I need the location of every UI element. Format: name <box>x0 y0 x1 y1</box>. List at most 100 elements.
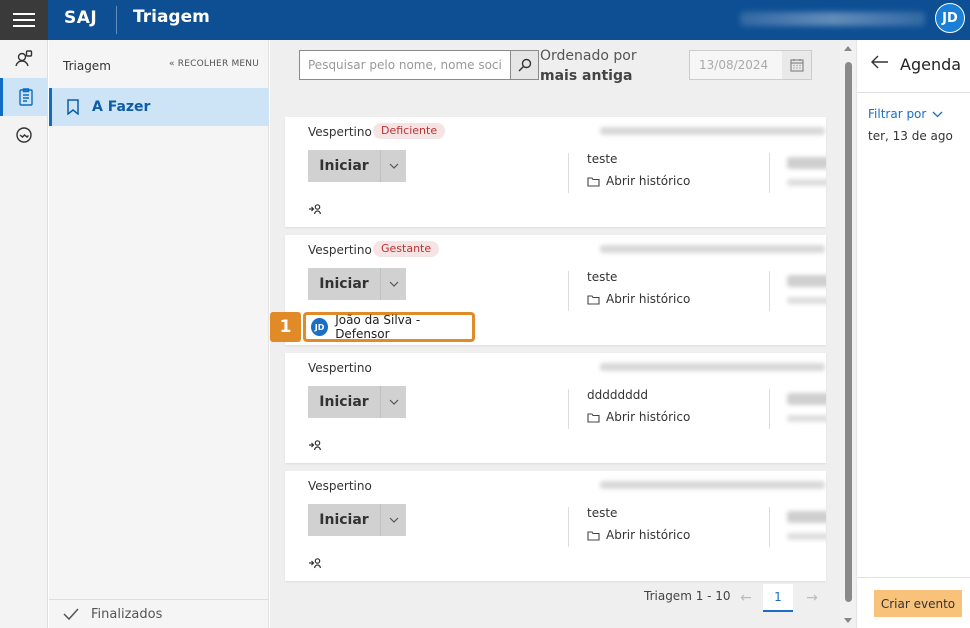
step-badge: 1 <box>270 312 301 342</box>
card-note: teste <box>587 152 618 166</box>
chevron-down-icon[interactable] <box>380 268 406 300</box>
rail-item-assign[interactable] <box>0 40 48 78</box>
assigned-user-chip[interactable]: JD João da Silva - Defensor <box>303 312 475 342</box>
open-history-label: Abrir histórico <box>606 410 691 424</box>
chevron-down-icon[interactable] <box>380 504 406 536</box>
open-history-link[interactable]: Abrir histórico <box>587 292 690 306</box>
blurred-subtext <box>787 297 826 304</box>
folder-icon <box>587 176 600 187</box>
sidebar: Triagem « RECOLHER MENU A Fazer Finaliza… <box>49 40 269 628</box>
date-field[interactable]: 13/08/2024 <box>689 50 787 80</box>
open-history-label: Abrir histórico <box>606 174 691 188</box>
card-divider <box>769 153 770 193</box>
priority-tag: Gestante <box>373 241 440 257</box>
open-history-link[interactable]: Abrir histórico <box>587 528 690 542</box>
start-button-label: Iniciar <box>319 276 369 292</box>
card-divider <box>568 271 569 311</box>
open-history-link[interactable]: Abrir histórico <box>587 410 690 424</box>
module-title: Triagem <box>133 7 210 27</box>
rail-item-triagem[interactable] <box>0 78 48 116</box>
back-arrow-icon[interactable] <box>871 55 889 69</box>
user-avatar[interactable]: JD <box>935 3 965 33</box>
card-divider <box>769 389 770 429</box>
search-button[interactable] <box>511 50 539 80</box>
start-button-label: Iniciar <box>319 394 369 410</box>
pager-prev-button[interactable]: ← <box>731 585 761 611</box>
blurred-meta <box>600 127 825 135</box>
card-note: teste <box>587 506 618 520</box>
sidebar-item-a-fazer[interactable]: A Fazer <box>49 88 269 126</box>
blurred-subtext <box>787 415 826 422</box>
open-history-label: Abrir histórico <box>606 528 691 542</box>
assign-user-icon[interactable] <box>308 557 322 569</box>
card-period: Vespertino <box>308 243 372 257</box>
sort-label: Ordenado por <box>540 48 637 64</box>
blurred-meta <box>600 363 825 371</box>
start-button[interactable]: Iniciar <box>308 504 406 536</box>
card-period: Vespertino <box>308 125 372 139</box>
rail-item-atendimento[interactable] <box>0 116 48 154</box>
folder-icon <box>587 294 600 305</box>
blurred-subtext <box>787 179 826 186</box>
calendar-button[interactable] <box>782 50 812 80</box>
card-note: teste <box>587 270 618 284</box>
card-divider <box>568 507 569 547</box>
blurred-subtext <box>787 533 826 540</box>
blurred-name <box>787 157 826 169</box>
calendar-icon <box>789 59 804 72</box>
pager-label: Triagem 1 - 10 <box>644 589 731 603</box>
triage-card: Vespertino Iniciar teste Abrir histórico <box>285 471 826 581</box>
sidebar-item-label: Finalizados <box>91 606 163 622</box>
search-icon <box>518 58 531 72</box>
bookmark-icon <box>67 99 79 115</box>
triage-card: Vespertino Iniciar dddddddd Abrir histór… <box>285 353 826 463</box>
card-divider <box>769 507 770 547</box>
main-content: Ordenado por mais antiga 13/08/2024 Vesp… <box>270 40 840 628</box>
assign-user-icon[interactable] <box>308 439 322 451</box>
filter-label: Filtrar por <box>868 107 927 121</box>
sidebar-item-finalizados[interactable]: Finalizados <box>49 599 269 628</box>
chevron-down-icon[interactable] <box>380 386 406 418</box>
top-bar: SAJ Triagem JD <box>0 0 970 40</box>
card-divider <box>769 271 770 311</box>
collapse-menu-button[interactable]: « RECOLHER MENU <box>169 59 259 69</box>
card-period: Vespertino <box>308 361 372 375</box>
assign-user-icon[interactable] <box>308 203 322 215</box>
card-note: dddddddd <box>587 388 648 402</box>
scroll-up-icon[interactable] <box>844 46 852 51</box>
handshake-icon <box>16 127 32 143</box>
assigned-user-avatar: JD <box>311 318 329 336</box>
start-button-label: Iniciar <box>319 158 369 174</box>
open-history-link[interactable]: Abrir histórico <box>587 174 690 188</box>
check-icon <box>63 608 79 621</box>
triage-card: Vespertino Deficiente Iniciar teste Abri… <box>285 117 826 227</box>
start-button[interactable]: Iniciar <box>308 386 406 418</box>
hamburger-menu-icon[interactable] <box>0 0 48 40</box>
clipboard-list-icon <box>18 88 33 106</box>
create-event-button[interactable]: Criar evento <box>874 590 962 617</box>
chevron-down-icon[interactable] <box>380 150 406 182</box>
sort-value[interactable]: mais antiga <box>540 66 632 86</box>
search-input[interactable] <box>299 50 511 80</box>
pager-next-button[interactable]: → <box>797 585 827 611</box>
blurred-meta <box>600 245 825 253</box>
brand-divider <box>116 6 117 34</box>
scrollbar[interactable] <box>840 40 856 628</box>
blurred-name <box>787 275 826 287</box>
card-period: Vespertino <box>308 479 372 493</box>
scroll-thumb[interactable] <box>845 62 852 602</box>
brand-logo[interactable]: SAJ <box>64 8 97 28</box>
priority-tag: Deficiente <box>373 123 446 139</box>
start-button[interactable]: Iniciar <box>308 268 406 300</box>
start-button[interactable]: Iniciar <box>308 150 406 182</box>
pager-page-button[interactable]: 1 <box>763 584 793 612</box>
filter-dropdown[interactable]: Filtrar por <box>868 107 943 121</box>
agenda-divider <box>857 92 970 93</box>
blurred-name <box>787 393 826 405</box>
user-assign-icon <box>15 50 33 67</box>
start-button-label: Iniciar <box>319 512 369 528</box>
card-divider <box>568 389 569 429</box>
scroll-down-icon[interactable] <box>844 618 852 623</box>
sidebar-item-label: A Fazer <box>92 99 151 115</box>
icon-rail <box>0 40 48 628</box>
